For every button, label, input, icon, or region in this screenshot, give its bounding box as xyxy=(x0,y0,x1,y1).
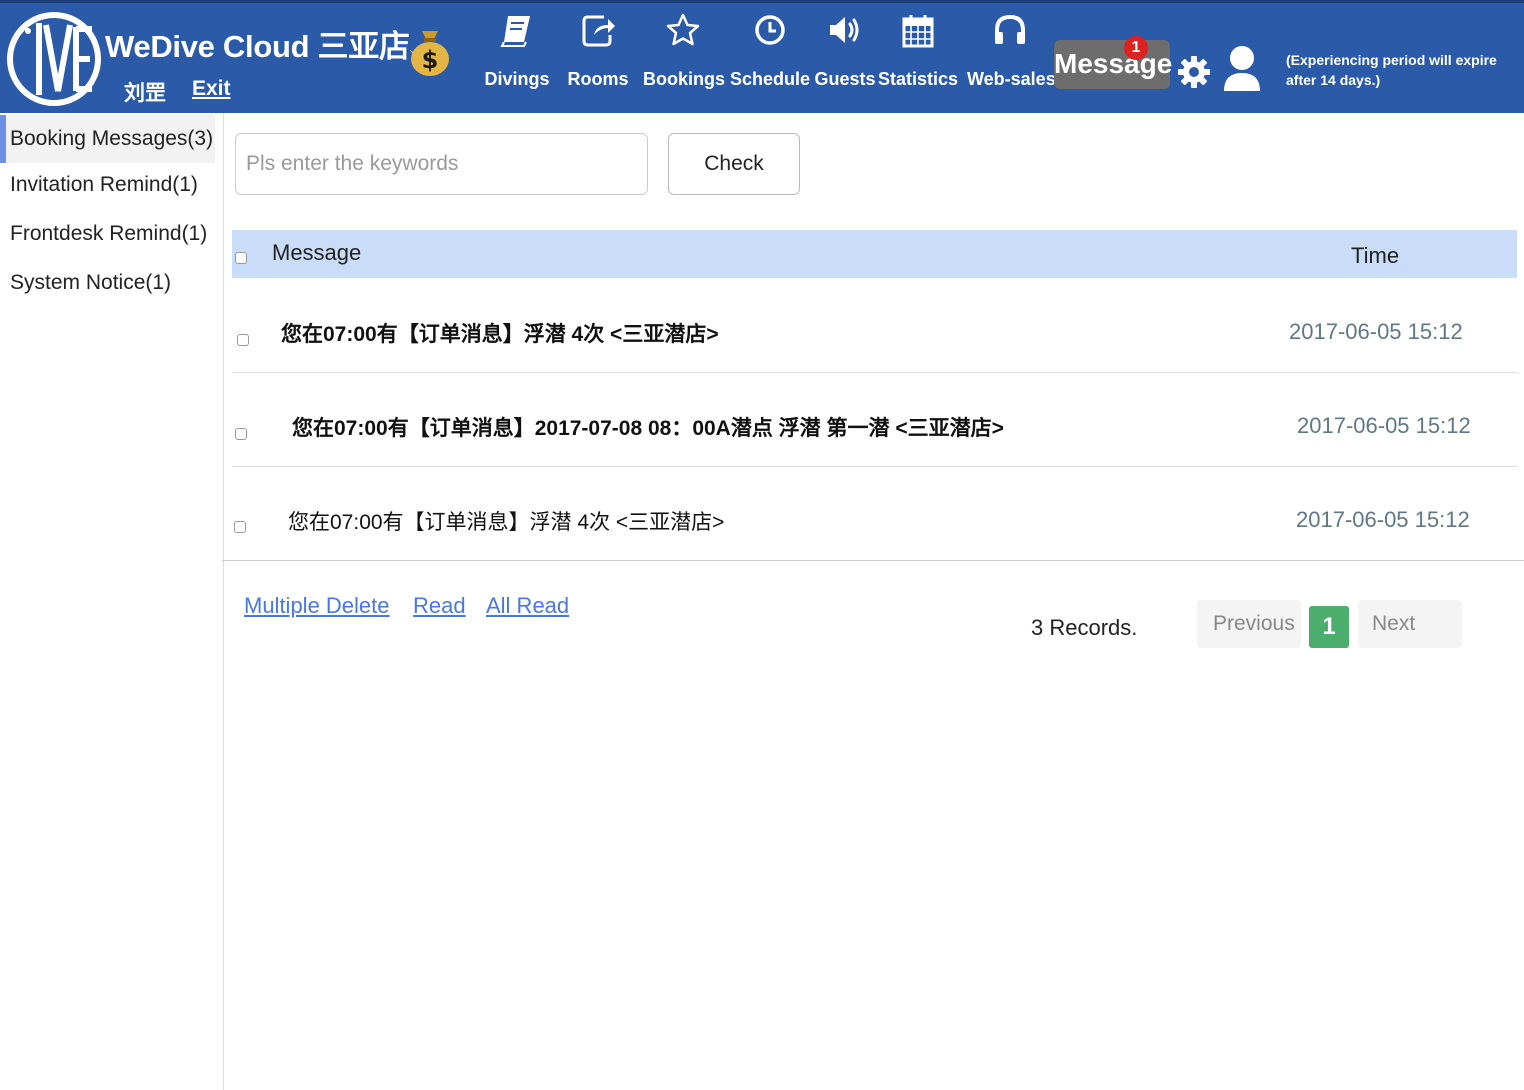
sidebar-item-frontdesk-remind[interactable]: Frontdesk Remind(1) xyxy=(0,210,215,258)
nav-label: Divings xyxy=(484,69,550,89)
nav-statistics[interactable]: Statistics xyxy=(878,11,958,101)
previous-page-button[interactable]: Previous xyxy=(1197,600,1301,648)
row-checkbox[interactable] xyxy=(235,428,247,440)
table-row: 您在07:00有【订单消息】浮潜 4次 <三亚潜店> 2017-06-05 15… xyxy=(232,467,1517,560)
nav-label: Schedule xyxy=(730,69,811,89)
column-header-time: Time xyxy=(1351,243,1400,268)
read-link[interactable]: Read xyxy=(413,593,466,619)
sidebar-item-booking-messages[interactable]: Booking Messages(3) xyxy=(0,115,215,163)
row-checkbox[interactable] xyxy=(237,334,249,346)
brand-title: WeDive Cloud 三亚店 xyxy=(105,29,410,64)
store-selector[interactable]: WeDive Cloud 三亚店⌵ xyxy=(105,21,423,66)
keyword-search-input[interactable] xyxy=(235,133,648,195)
nav-label: Guests xyxy=(814,69,876,89)
exit-link[interactable]: Exit xyxy=(192,77,231,101)
message-table-header: Message Time xyxy=(232,230,1517,278)
nav-guests[interactable]: Guests xyxy=(814,11,876,101)
table-row: 您在07:00有【订单消息】浮潜 4次 <三亚潜店> 2017-06-05 15… xyxy=(232,280,1517,373)
table-divider xyxy=(222,560,1524,561)
svg-text:$: $ xyxy=(422,46,439,74)
share-icon xyxy=(566,13,630,53)
message-time: 2017-06-05 15:12 xyxy=(1296,507,1470,532)
nav-bookings[interactable]: Bookings xyxy=(643,11,726,101)
star-icon xyxy=(643,13,723,53)
message-button[interactable]: Message xyxy=(1054,40,1172,89)
top-nav-bar: WeDive Cloud 三亚店⌵ 刘罡 Exit $ Divings Room… xyxy=(0,0,1524,113)
nav-label: Statistics xyxy=(878,69,959,89)
message-category-sidebar: Booking Messages(3) Invitation Remind(1)… xyxy=(0,113,224,1090)
row-checkbox[interactable] xyxy=(234,521,246,533)
gear-icon[interactable] xyxy=(1177,55,1211,89)
book-icon xyxy=(484,13,550,53)
message-text[interactable]: 您在07:00有【订单消息】浮潜 4次 <三亚潜店> xyxy=(281,318,719,348)
volume-icon xyxy=(814,13,876,53)
message-time: 2017-06-05 15:12 xyxy=(1289,319,1463,344)
money-bag-icon[interactable]: $ xyxy=(408,25,452,77)
nav-web-sales[interactable]: Web-sales xyxy=(967,11,1056,101)
nav-schedule[interactable]: Schedule xyxy=(730,11,810,101)
next-page-button[interactable]: Next xyxy=(1358,600,1462,648)
clock-icon xyxy=(730,13,810,53)
sidebar-item-system-notice[interactable]: System Notice(1) xyxy=(0,259,215,307)
sidebar-item-invitation-remind[interactable]: Invitation Remind(1) xyxy=(0,161,215,209)
message-time: 2017-06-05 15:12 xyxy=(1297,413,1471,438)
select-all-checkbox[interactable] xyxy=(235,252,247,264)
column-header-message: Message xyxy=(272,240,362,265)
message-text[interactable]: 您在07:00有【订单消息】浮潜 4次 <三亚潜店> xyxy=(288,506,724,536)
table-row: 您在07:00有【订单消息】2017-07-08 08：00A潜点 浮潜 第一潜… xyxy=(232,374,1517,467)
all-read-link[interactable]: All Read xyxy=(486,593,569,619)
message-text[interactable]: 您在07:00有【订单消息】2017-07-08 08：00A潜点 浮潜 第一潜… xyxy=(292,412,1004,442)
user-name: 刘罡 xyxy=(124,82,166,105)
page-number-current[interactable]: 1 xyxy=(1309,606,1349,648)
nav-divings[interactable]: Divings xyxy=(484,11,550,101)
nav-label: Web-sales xyxy=(967,69,1056,89)
message-count-badge: 1 xyxy=(1124,36,1148,60)
user-avatar-icon[interactable] xyxy=(1222,45,1262,93)
dive-logo xyxy=(7,12,101,106)
nav-label: Bookings xyxy=(643,69,726,89)
check-button[interactable]: Check xyxy=(668,133,800,195)
records-count: 3 Records. xyxy=(1031,615,1138,640)
multiple-delete-link[interactable]: Multiple Delete xyxy=(244,593,390,619)
calendar-icon xyxy=(878,13,958,53)
nav-label: Rooms xyxy=(567,69,629,89)
trial-expire-notice: (Experiencing period will expire after 1… xyxy=(1286,52,1497,88)
headphones-icon xyxy=(967,13,1053,53)
nav-rooms[interactable]: Rooms xyxy=(566,11,630,101)
